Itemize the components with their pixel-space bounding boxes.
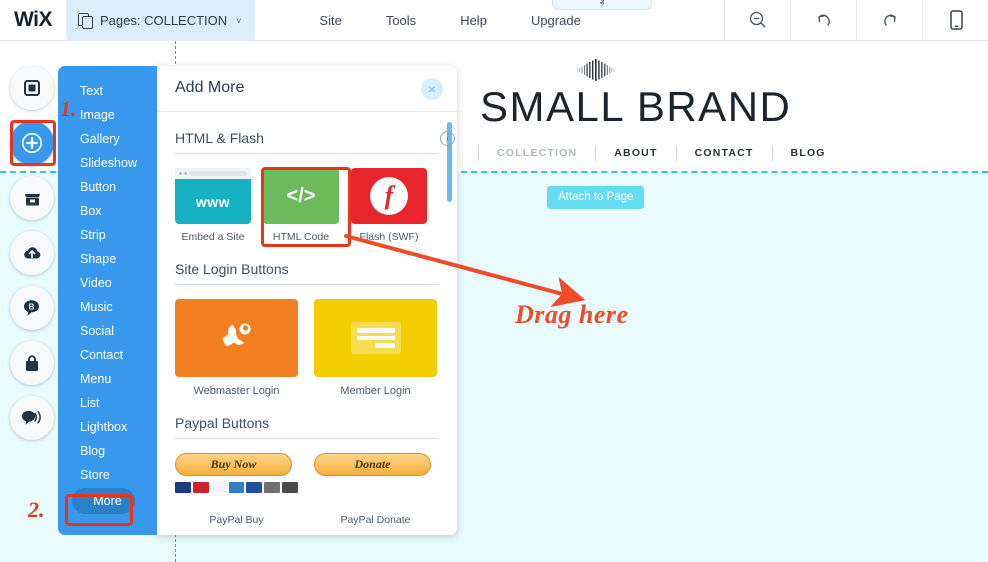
category-blog[interactable]: Blog	[58, 439, 157, 463]
mobile-view-button[interactable]	[922, 0, 988, 40]
category-list[interactable]: List	[58, 391, 157, 415]
tile-paypal-buy[interactable]: Buy Now PayPal Buy	[175, 453, 299, 526]
category-store[interactable]: Store	[58, 463, 157, 487]
tile-caption: Embed a Site	[181, 231, 245, 243]
site-login-tiles: Webmaster Login Member Login	[175, 299, 439, 397]
chevron-down-icon: ˅	[236, 15, 242, 26]
category-contact[interactable]: Contact	[58, 343, 157, 367]
undo-button[interactable]	[790, 0, 856, 40]
site-navigation: COLLECTION ABOUT CONTACT BLOG	[478, 145, 844, 161]
page-title: SMALL BRAND	[480, 83, 792, 130]
category-menu[interactable]: Menu	[58, 367, 157, 391]
blog-icon: B	[23, 299, 39, 316]
tile-caption: Flash (SWF)	[359, 231, 419, 243]
pages-icon	[78, 13, 93, 29]
category-lightbox[interactable]: Lightbox	[58, 415, 157, 439]
section-divider	[175, 153, 439, 154]
top-toolbar: WiX Pages: COLLECTION ˅ Site Tools Help …	[0, 0, 988, 41]
form-lines-icon	[314, 299, 437, 377]
menu-item-site[interactable]: Site	[297, 0, 363, 41]
category-social[interactable]: Social	[58, 319, 157, 343]
menu-item-help[interactable]: Help	[438, 0, 509, 41]
top-tools	[724, 0, 988, 40]
attach-to-page-badge[interactable]: Attach to Page	[547, 186, 645, 209]
zoom-out-icon	[749, 11, 765, 28]
pages-dropdown-label: Pages: COLLECTION	[100, 13, 228, 28]
category-button[interactable]: Button	[58, 175, 157, 199]
highlight-box-html-code-tile	[261, 167, 351, 247]
info-icon[interactable]: i	[440, 131, 455, 146]
redo-icon	[883, 14, 896, 26]
fan-logo-icon	[577, 59, 615, 81]
pages-dropdown[interactable]: Pages: COLLECTION ˅	[66, 0, 256, 41]
nav-item-collection[interactable]: COLLECTION	[479, 147, 595, 159]
annotation-drag-here: Drag here	[515, 300, 629, 329]
credit-cards-icon	[175, 482, 299, 493]
category-gallery[interactable]: Gallery	[58, 127, 157, 151]
tile-embed-a-site[interactable]: www Embed a Site	[175, 168, 251, 243]
www-icon: www	[175, 168, 251, 224]
tile-caption: PayPal Buy	[209, 514, 264, 526]
nav-item-about[interactable]: ABOUT	[596, 147, 675, 159]
section-divider	[175, 438, 439, 439]
rail-item-pages[interactable]	[10, 66, 54, 110]
paypal-donate-button[interactable]: Donate	[314, 453, 431, 476]
tile-flash-swf[interactable]: f Flash (SWF)	[351, 168, 427, 243]
category-music[interactable]: Music	[58, 295, 157, 319]
category-strip[interactable]: Strip	[58, 223, 157, 247]
add-more-panel: Add More × HTML & Flash i www Embed a Si…	[157, 66, 457, 535]
annotation-step-2: 2.	[28, 497, 45, 522]
nav-item-contact[interactable]: CONTACT	[677, 147, 772, 159]
tile-caption: Webmaster Login	[193, 385, 280, 397]
undo-icon	[817, 14, 830, 26]
tile-webmaster-login[interactable]: Webmaster Login	[175, 299, 298, 397]
tile-paypal-donate[interactable]: Donate PayPal Donate	[314, 453, 437, 526]
pages-square-icon	[24, 80, 40, 96]
redo-button[interactable]	[856, 0, 922, 40]
panel-header: Add More ×	[157, 66, 457, 112]
rail-item-store[interactable]	[10, 341, 54, 385]
store-bag-icon	[26, 354, 38, 371]
category-slideshow[interactable]: Slideshow	[58, 151, 157, 175]
highlight-box-more-button	[65, 494, 133, 526]
section-title-paypal: Paypal Buttons	[175, 415, 270, 431]
panel-title: Add More	[175, 79, 245, 96]
paypal-tiles: Buy Now PayPal Buy Donate PayPal Donate	[175, 453, 439, 526]
wix-editor-screen: WiX Pages: COLLECTION ˅ Site Tools Help …	[0, 0, 988, 562]
app-market-icon	[24, 193, 40, 205]
category-video[interactable]: Video	[58, 271, 157, 295]
menu-item-tools[interactable]: Tools	[364, 0, 438, 41]
section-title-site-login: Site Login Buttons	[175, 261, 289, 277]
svg-text:B: B	[29, 302, 35, 311]
wix-logo[interactable]: WiX	[0, 0, 66, 40]
tile-caption: PayPal Donate	[340, 514, 411, 526]
mobile-view-icon	[949, 10, 963, 30]
rail-item-app-market[interactable]	[10, 176, 54, 220]
tile-member-login[interactable]: Member Login	[314, 299, 437, 397]
section-divider	[175, 284, 439, 285]
highlight-box-add-button	[10, 120, 56, 166]
add-panel-category-list: Text Image Gallery Slideshow Button Box …	[58, 66, 157, 535]
wrench-icon	[175, 299, 298, 377]
chat-icon	[21, 410, 41, 425]
nav-item-blog[interactable]: BLOG	[773, 147, 844, 159]
category-shape[interactable]: Shape	[58, 247, 157, 271]
collapse-toolbar-button[interactable]: ⱏ	[552, 0, 652, 10]
flash-icon: f	[351, 168, 427, 224]
annotation-step-1: 1.	[60, 96, 77, 121]
close-icon[interactable]: ×	[421, 78, 443, 100]
chevron-up-icon: ⱏ	[599, 0, 605, 8]
tile-caption: Member Login	[340, 385, 411, 397]
www-icon-text: www	[195, 193, 231, 210]
rail-item-chat[interactable]	[10, 396, 54, 440]
category-box[interactable]: Box	[58, 199, 157, 223]
rail-item-blog[interactable]: B	[10, 286, 54, 330]
my-uploads-icon	[24, 247, 41, 259]
flash-icon-glyph: f	[370, 177, 408, 215]
rail-item-uploads[interactable]	[10, 231, 54, 275]
zoom-out-button[interactable]	[724, 0, 790, 40]
section-title-html-flash: HTML & Flash	[175, 130, 264, 146]
paypal-buy-now-button[interactable]: Buy Now	[175, 453, 292, 476]
